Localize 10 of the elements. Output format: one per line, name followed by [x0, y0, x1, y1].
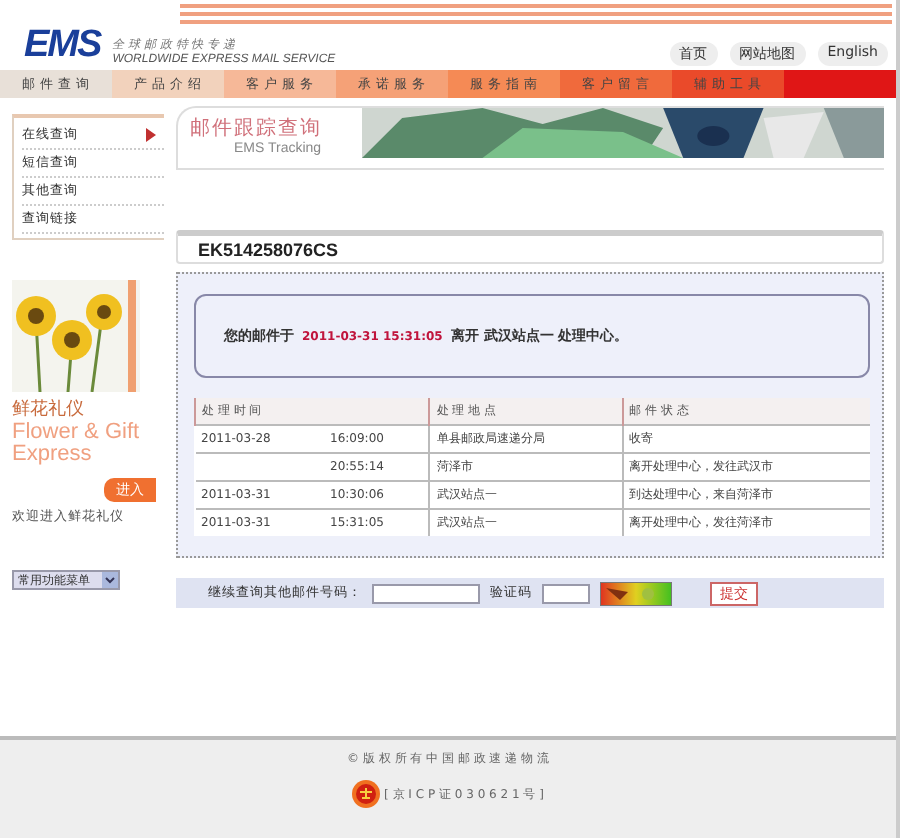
- arrow-icon: [146, 128, 156, 142]
- promo-subtitle: Flower & Gift Express: [12, 422, 142, 466]
- input-field[interactable]: [542, 583, 590, 603]
- banner-title: 邮件跟踪查询: [190, 115, 322, 141]
- input-field[interactable]: [372, 583, 480, 603]
- caret-icon: [102, 572, 118, 588]
- promo-title: 鲜花礼仪: [12, 397, 86, 422]
- tracking-number: EK514258076CS: [176, 230, 884, 264]
- emblem-icon: [352, 780, 381, 808]
- logo: EMS: [24, 28, 101, 62]
